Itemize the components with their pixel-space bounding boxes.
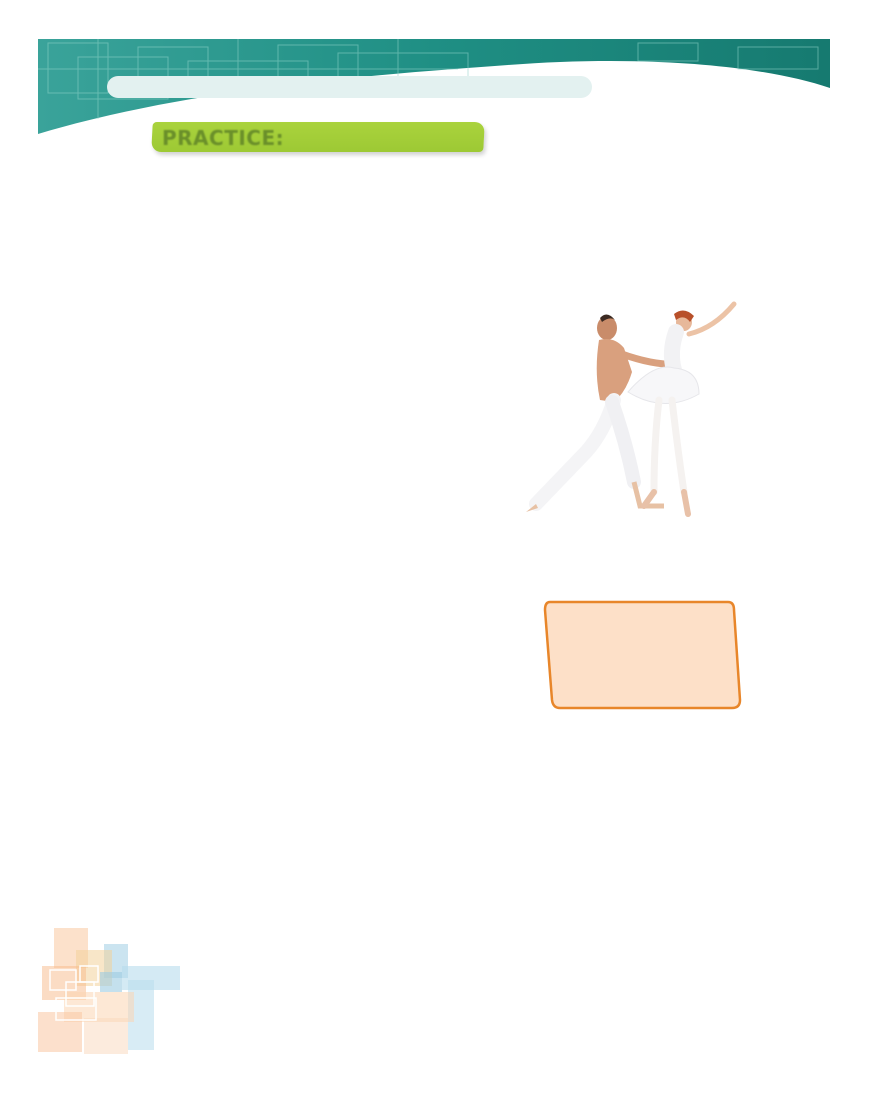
practice-label: PRACTICE:	[162, 126, 285, 150]
title-bar	[107, 76, 592, 98]
ballet-dancers-image	[514, 292, 748, 537]
pastel-squares-decoration	[38, 928, 180, 1054]
answer-box[interactable]	[542, 598, 744, 712]
